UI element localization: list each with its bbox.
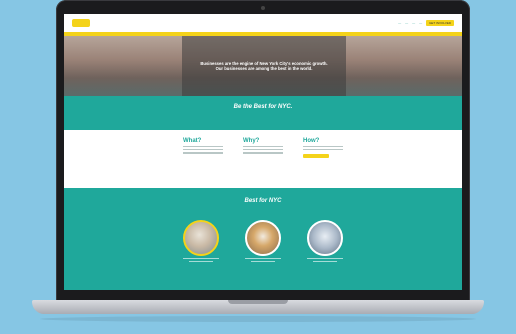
laptop-lid: — — — — GET INVOLVED Businesses are the … <box>56 0 470 302</box>
hero-image: Businesses are the engine of New York Ci… <box>64 36 462 96</box>
laptop-screen: — — — — GET INVOLVED Businesses are the … <box>64 14 462 290</box>
nav-link[interactable]: — <box>405 21 408 25</box>
best-title: Best for NYC <box>244 198 282 204</box>
site-logo[interactable] <box>72 19 90 27</box>
feature-photo <box>307 220 343 256</box>
why-title: Why? <box>243 138 260 144</box>
what-title: What? <box>183 138 202 144</box>
teal-banner: Be the Best for NYC. <box>64 96 462 130</box>
banner-title: Be the Best for NYC. <box>233 104 293 110</box>
hero-headline: Businesses are the engine of New York Ci… <box>200 61 328 71</box>
laptop-shadow <box>40 316 476 322</box>
hero-overlay: Businesses are the engine of New York Ci… <box>182 36 346 96</box>
feature-photo <box>245 220 281 256</box>
what-column: What? <box>183 138 223 188</box>
feature-card[interactable] <box>241 220 285 262</box>
site-nav: — — — — GET INVOLVED <box>64 14 462 32</box>
nav-link[interactable]: — <box>412 21 415 25</box>
nav-link[interactable]: — <box>419 21 422 25</box>
best-for-nyc-section: Best for NYC <box>64 188 462 290</box>
feature-photo <box>183 220 219 256</box>
what-why-how-section: What? Why? How? <box>64 130 462 188</box>
why-column: Why? <box>243 138 283 188</box>
how-title: How? <box>303 138 320 144</box>
how-column: How? <box>303 138 343 188</box>
laptop-notch <box>228 300 288 304</box>
camera-icon <box>261 6 265 10</box>
nav-link[interactable]: — <box>398 21 401 25</box>
nav-cta-button[interactable]: GET INVOLVED <box>426 20 454 26</box>
nav-links: — — — — GET INVOLVED <box>398 20 454 26</box>
feature-card[interactable] <box>303 220 347 262</box>
laptop-base <box>32 300 484 314</box>
feature-card[interactable] <box>179 220 223 262</box>
how-cta-button[interactable] <box>303 154 329 159</box>
feature-circles <box>64 220 462 262</box>
